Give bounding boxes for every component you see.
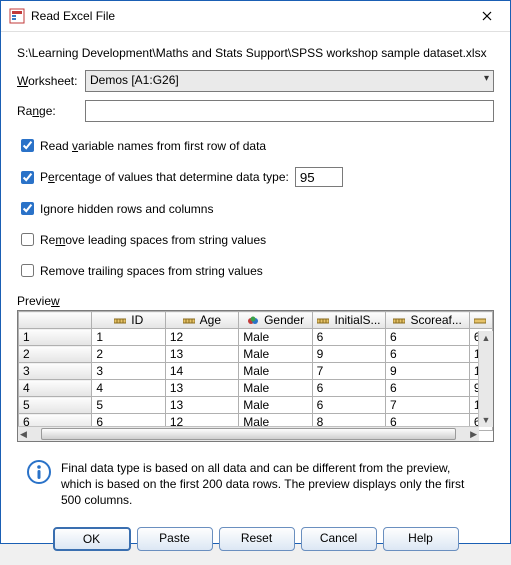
checkbox-remove-trailing[interactable] — [21, 264, 34, 277]
cell[interactable]: 13 — [165, 346, 238, 363]
ok-button[interactable]: OK — [53, 527, 131, 551]
info-row: Final data type is based on all data and… — [17, 460, 494, 509]
close-icon[interactable] — [472, 1, 502, 31]
button-row: OK Paste Reset Cancel Help — [17, 527, 494, 551]
dialog-content: S:\Learning Development\Maths and Stats … — [1, 32, 510, 565]
row-header: 4 — [19, 380, 92, 397]
horizontal-scrollbar[interactable] — [18, 426, 479, 441]
app-icon — [9, 8, 25, 24]
cancel-button[interactable]: Cancel — [301, 527, 377, 551]
worksheet-dropdown[interactable]: Demos [A1:G26] — [85, 70, 494, 92]
col-header[interactable]: Scoreaf... — [386, 312, 470, 329]
vertical-scrollbar[interactable] — [478, 331, 493, 427]
ruler-icon — [393, 315, 405, 327]
cell[interactable]: Male — [239, 380, 312, 397]
table-row[interactable]: 4413Male669 — [19, 380, 493, 397]
file-path: S:\Learning Development\Maths and Stats … — [17, 46, 494, 60]
cell[interactable]: Male — [239, 397, 312, 414]
col-header[interactable]: Gender — [239, 312, 312, 329]
cell[interactable]: 7 — [386, 397, 470, 414]
range-input[interactable] — [85, 100, 494, 122]
cell[interactable]: 6 — [386, 380, 470, 397]
table-row[interactable]: 1112Male666 — [19, 329, 493, 346]
check-ignore-hidden[interactable]: Ignore hidden rows and columns — [17, 199, 494, 218]
cell[interactable]: 6 — [386, 329, 470, 346]
info-text: Final data type is based on all data and… — [61, 460, 484, 509]
cell[interactable]: 5 — [92, 397, 165, 414]
cell[interactable]: 4 — [92, 380, 165, 397]
checkbox-pct-values[interactable] — [21, 171, 34, 184]
preview-table-wrap: ID Age Gender InitialS... — [17, 310, 494, 442]
col-header[interactable]: Age — [165, 312, 238, 329]
preview-table: ID Age Gender InitialS... — [18, 311, 493, 431]
preview-label: Preview — [17, 294, 494, 308]
worksheet-value: Demos [A1:G26] — [90, 73, 179, 87]
col-header[interactable] — [469, 312, 492, 329]
cell[interactable]: 13 — [165, 380, 238, 397]
titlebar: Read Excel File — [1, 1, 510, 32]
cell[interactable]: 9 — [386, 363, 470, 380]
col-header[interactable]: ID — [92, 312, 165, 329]
col-header[interactable] — [19, 312, 92, 329]
pct-input[interactable] — [295, 167, 343, 187]
col-header[interactable]: InitialS... — [312, 312, 385, 329]
check-read-var-names[interactable]: Read variable names from first row of da… — [17, 136, 494, 155]
cell[interactable]: 6 — [312, 397, 385, 414]
reset-button[interactable]: Reset — [219, 527, 295, 551]
checkbox-ignore-hidden[interactable] — [21, 202, 34, 215]
cell[interactable]: 6 — [312, 380, 385, 397]
table-row[interactable]: 3314Male7917 — [19, 363, 493, 380]
ruler-icon — [474, 315, 486, 327]
dialog-window: Read Excel File S:\Learning Development\… — [0, 0, 511, 544]
table-row[interactable]: 2213Male9610 — [19, 346, 493, 363]
paste-button[interactable]: Paste — [137, 527, 213, 551]
row-header: 5 — [19, 397, 92, 414]
cell[interactable]: 14 — [165, 363, 238, 380]
ruler-icon — [317, 315, 329, 327]
cell[interactable]: Male — [239, 363, 312, 380]
row-header: 1 — [19, 329, 92, 346]
cell[interactable]: 13 — [165, 397, 238, 414]
cell[interactable]: 7 — [312, 363, 385, 380]
checkbox-remove-leading[interactable] — [21, 233, 34, 246]
ruler-icon — [183, 315, 195, 327]
check-remove-leading[interactable]: Remove leading spaces from string values — [17, 230, 494, 249]
cell[interactable]: 6 — [312, 329, 385, 346]
check-remove-trailing[interactable]: Remove trailing spaces from string value… — [17, 261, 494, 280]
ruler-icon — [114, 315, 126, 327]
check-pct-values[interactable]: Percentage of values that determine data… — [17, 167, 494, 187]
info-icon — [27, 460, 51, 484]
checkbox-read-var-names[interactable] — [21, 139, 34, 152]
cell[interactable]: 3 — [92, 363, 165, 380]
nominal-icon — [247, 315, 259, 327]
row-header: 2 — [19, 346, 92, 363]
range-label: Range: — [17, 104, 85, 118]
table-row[interactable]: 5513Male6716 — [19, 397, 493, 414]
cell[interactable]: 1 — [92, 329, 165, 346]
cell[interactable]: 6 — [386, 346, 470, 363]
cell[interactable]: Male — [239, 329, 312, 346]
table-header-row: ID Age Gender InitialS... — [19, 312, 493, 329]
worksheet-label: Worksheet: — [17, 74, 85, 88]
window-title: Read Excel File — [31, 9, 472, 23]
cell[interactable]: 12 — [165, 329, 238, 346]
cell[interactable]: 9 — [312, 346, 385, 363]
help-button[interactable]: Help — [383, 527, 459, 551]
cell[interactable]: 2 — [92, 346, 165, 363]
row-header: 3 — [19, 363, 92, 380]
cell[interactable]: Male — [239, 346, 312, 363]
